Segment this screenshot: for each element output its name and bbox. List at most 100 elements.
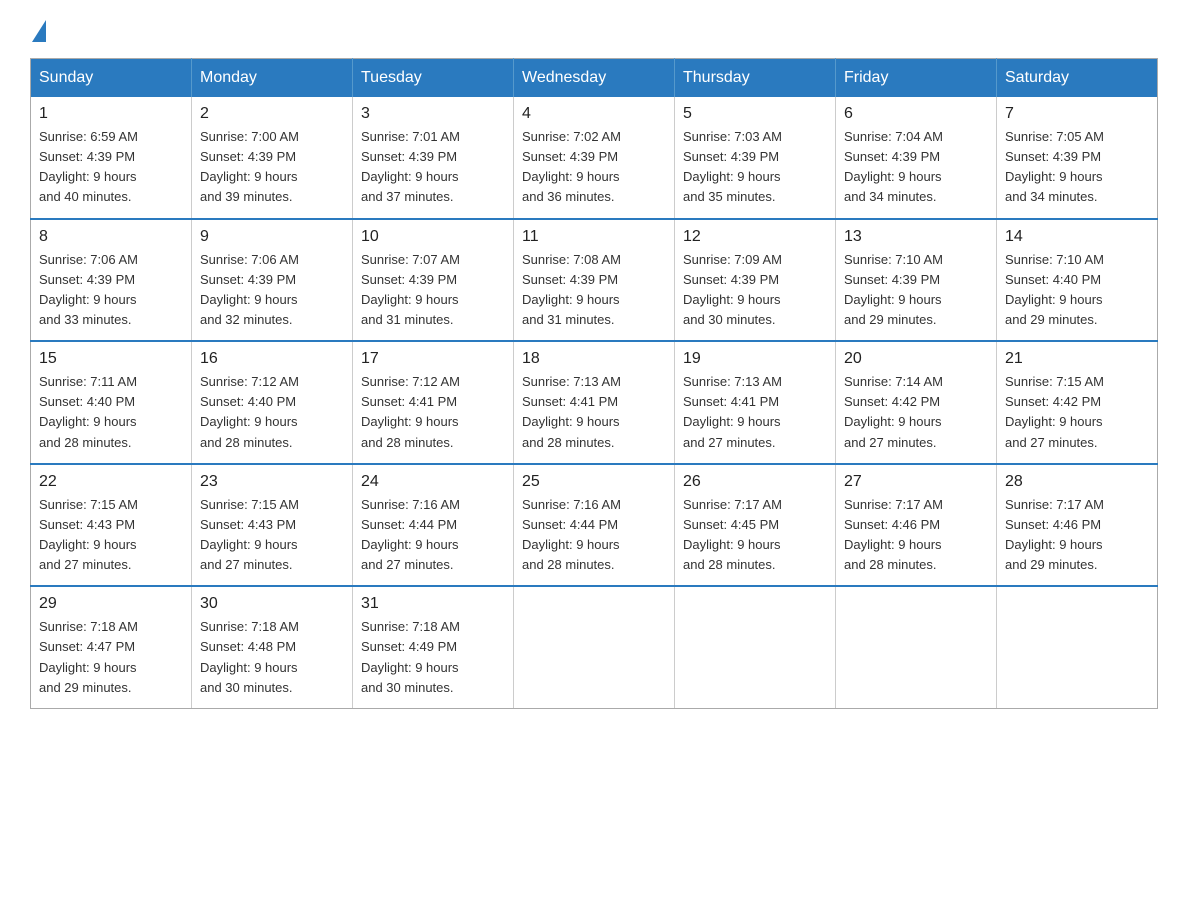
day-number: 10 [361,228,505,246]
day-number: 22 [39,473,183,491]
day-number: 21 [1005,350,1149,368]
header [30,20,1158,38]
day-info: Sunrise: 7:18 AM Sunset: 4:49 PM Dayligh… [361,617,505,698]
day-info: Sunrise: 7:17 AM Sunset: 4:45 PM Dayligh… [683,495,827,576]
weekday-header-saturday: Saturday [997,59,1158,98]
calendar-cell: 26 Sunrise: 7:17 AM Sunset: 4:45 PM Dayl… [675,464,836,587]
weekday-header-row: SundayMondayTuesdayWednesdayThursdayFrid… [31,59,1158,98]
calendar-week-row: 15 Sunrise: 7:11 AM Sunset: 4:40 PM Dayl… [31,341,1158,464]
calendar-cell: 6 Sunrise: 7:04 AM Sunset: 4:39 PM Dayli… [836,97,997,219]
day-info: Sunrise: 7:01 AM Sunset: 4:39 PM Dayligh… [361,127,505,208]
day-number: 31 [361,595,505,613]
day-info: Sunrise: 7:14 AM Sunset: 4:42 PM Dayligh… [844,372,988,453]
calendar-week-row: 29 Sunrise: 7:18 AM Sunset: 4:47 PM Dayl… [31,586,1158,708]
day-number: 29 [39,595,183,613]
calendar-cell: 17 Sunrise: 7:12 AM Sunset: 4:41 PM Dayl… [353,341,514,464]
day-number: 23 [200,473,344,491]
calendar-cell: 25 Sunrise: 7:16 AM Sunset: 4:44 PM Dayl… [514,464,675,587]
day-info: Sunrise: 7:15 AM Sunset: 4:43 PM Dayligh… [200,495,344,576]
day-number: 9 [200,228,344,246]
calendar-cell [997,586,1158,708]
day-number: 12 [683,228,827,246]
day-info: Sunrise: 7:06 AM Sunset: 4:39 PM Dayligh… [39,250,183,331]
day-info: Sunrise: 7:16 AM Sunset: 4:44 PM Dayligh… [361,495,505,576]
day-number: 1 [39,105,183,123]
day-info: Sunrise: 7:02 AM Sunset: 4:39 PM Dayligh… [522,127,666,208]
day-info: Sunrise: 7:04 AM Sunset: 4:39 PM Dayligh… [844,127,988,208]
day-number: 24 [361,473,505,491]
day-number: 20 [844,350,988,368]
calendar-cell: 31 Sunrise: 7:18 AM Sunset: 4:49 PM Dayl… [353,586,514,708]
day-info: Sunrise: 7:13 AM Sunset: 4:41 PM Dayligh… [683,372,827,453]
day-number: 16 [200,350,344,368]
day-number: 2 [200,105,344,123]
calendar-cell: 28 Sunrise: 7:17 AM Sunset: 4:46 PM Dayl… [997,464,1158,587]
day-number: 25 [522,473,666,491]
day-info: Sunrise: 7:18 AM Sunset: 4:48 PM Dayligh… [200,617,344,698]
day-number: 30 [200,595,344,613]
day-number: 18 [522,350,666,368]
weekday-header-friday: Friday [836,59,997,98]
day-info: Sunrise: 7:17 AM Sunset: 4:46 PM Dayligh… [1005,495,1149,576]
calendar-cell: 30 Sunrise: 7:18 AM Sunset: 4:48 PM Dayl… [192,586,353,708]
day-number: 27 [844,473,988,491]
day-info: Sunrise: 7:03 AM Sunset: 4:39 PM Dayligh… [683,127,827,208]
day-number: 5 [683,105,827,123]
day-info: Sunrise: 7:18 AM Sunset: 4:47 PM Dayligh… [39,617,183,698]
calendar-cell: 12 Sunrise: 7:09 AM Sunset: 4:39 PM Dayl… [675,219,836,342]
day-number: 13 [844,228,988,246]
day-info: Sunrise: 7:10 AM Sunset: 4:40 PM Dayligh… [1005,250,1149,331]
day-info: Sunrise: 7:06 AM Sunset: 4:39 PM Dayligh… [200,250,344,331]
day-number: 17 [361,350,505,368]
day-number: 6 [844,105,988,123]
day-number: 3 [361,105,505,123]
calendar-cell: 9 Sunrise: 7:06 AM Sunset: 4:39 PM Dayli… [192,219,353,342]
day-info: Sunrise: 7:12 AM Sunset: 4:41 PM Dayligh… [361,372,505,453]
calendar-table: SundayMondayTuesdayWednesdayThursdayFrid… [30,58,1158,709]
calendar-cell: 3 Sunrise: 7:01 AM Sunset: 4:39 PM Dayli… [353,97,514,219]
day-number: 19 [683,350,827,368]
day-info: Sunrise: 7:10 AM Sunset: 4:39 PM Dayligh… [844,250,988,331]
day-info: Sunrise: 7:00 AM Sunset: 4:39 PM Dayligh… [200,127,344,208]
calendar-cell: 19 Sunrise: 7:13 AM Sunset: 4:41 PM Dayl… [675,341,836,464]
calendar-cell: 14 Sunrise: 7:10 AM Sunset: 4:40 PM Dayl… [997,219,1158,342]
calendar-cell: 24 Sunrise: 7:16 AM Sunset: 4:44 PM Dayl… [353,464,514,587]
calendar-cell [514,586,675,708]
calendar-cell: 11 Sunrise: 7:08 AM Sunset: 4:39 PM Dayl… [514,219,675,342]
calendar-cell: 5 Sunrise: 7:03 AM Sunset: 4:39 PM Dayli… [675,97,836,219]
calendar-cell: 1 Sunrise: 6:59 AM Sunset: 4:39 PM Dayli… [31,97,192,219]
calendar-cell: 18 Sunrise: 7:13 AM Sunset: 4:41 PM Dayl… [514,341,675,464]
day-info: Sunrise: 7:12 AM Sunset: 4:40 PM Dayligh… [200,372,344,453]
calendar-cell: 13 Sunrise: 7:10 AM Sunset: 4:39 PM Dayl… [836,219,997,342]
calendar-cell: 10 Sunrise: 7:07 AM Sunset: 4:39 PM Dayl… [353,219,514,342]
day-number: 15 [39,350,183,368]
calendar-cell: 2 Sunrise: 7:00 AM Sunset: 4:39 PM Dayli… [192,97,353,219]
calendar-cell [836,586,997,708]
logo [30,20,46,38]
calendar-cell: 15 Sunrise: 7:11 AM Sunset: 4:40 PM Dayl… [31,341,192,464]
weekday-header-monday: Monday [192,59,353,98]
day-info: Sunrise: 7:11 AM Sunset: 4:40 PM Dayligh… [39,372,183,453]
weekday-header-tuesday: Tuesday [353,59,514,98]
calendar-cell: 29 Sunrise: 7:18 AM Sunset: 4:47 PM Dayl… [31,586,192,708]
day-number: 26 [683,473,827,491]
calendar-week-row: 1 Sunrise: 6:59 AM Sunset: 4:39 PM Dayli… [31,97,1158,219]
day-info: Sunrise: 7:16 AM Sunset: 4:44 PM Dayligh… [522,495,666,576]
calendar-week-row: 8 Sunrise: 7:06 AM Sunset: 4:39 PM Dayli… [31,219,1158,342]
calendar-cell: 8 Sunrise: 7:06 AM Sunset: 4:39 PM Dayli… [31,219,192,342]
day-info: Sunrise: 6:59 AM Sunset: 4:39 PM Dayligh… [39,127,183,208]
day-number: 7 [1005,105,1149,123]
calendar-cell: 21 Sunrise: 7:15 AM Sunset: 4:42 PM Dayl… [997,341,1158,464]
day-info: Sunrise: 7:08 AM Sunset: 4:39 PM Dayligh… [522,250,666,331]
day-info: Sunrise: 7:13 AM Sunset: 4:41 PM Dayligh… [522,372,666,453]
day-info: Sunrise: 7:17 AM Sunset: 4:46 PM Dayligh… [844,495,988,576]
weekday-header-wednesday: Wednesday [514,59,675,98]
calendar-cell: 7 Sunrise: 7:05 AM Sunset: 4:39 PM Dayli… [997,97,1158,219]
calendar-cell [675,586,836,708]
calendar-cell: 20 Sunrise: 7:14 AM Sunset: 4:42 PM Dayl… [836,341,997,464]
day-info: Sunrise: 7:15 AM Sunset: 4:42 PM Dayligh… [1005,372,1149,453]
day-number: 11 [522,228,666,246]
calendar-cell: 27 Sunrise: 7:17 AM Sunset: 4:46 PM Dayl… [836,464,997,587]
day-number: 8 [39,228,183,246]
logo-text [30,20,46,38]
